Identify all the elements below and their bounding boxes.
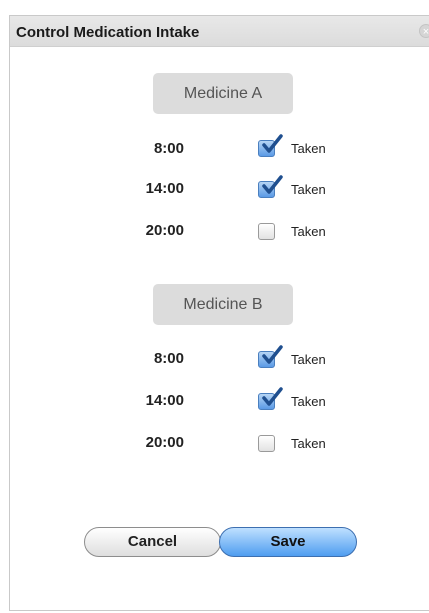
title-bar: Control Medication Intake × [10, 16, 429, 47]
medicine-b-time-1: 8:00 [153, 350, 184, 367]
medicine-b-dose-2-label: Taken [291, 394, 326, 409]
medicine-b-dose-2-checkbox[interactable] [258, 387, 283, 410]
save-button[interactable]: Save [219, 527, 357, 557]
medicine-b-time-3: 20:00 [145, 434, 184, 451]
medicine-a-dose-3-label: Taken [291, 224, 326, 239]
medicine-a-dose-2-checkbox[interactable] [258, 175, 283, 198]
checkmark-icon [262, 134, 283, 153]
medicine-a-dose-3-checkbox[interactable] [258, 223, 275, 240]
checkmark-icon [262, 387, 283, 406]
medicine-b-dose-3-checkbox[interactable] [258, 435, 275, 452]
medicine-a-time-3: 20:00 [145, 222, 184, 239]
medicine-a-time-1: 8:00 [153, 140, 184, 157]
checkmark-icon [262, 175, 283, 194]
medicine-a-dose-1-label: Taken [291, 141, 326, 156]
close-icon[interactable]: × [419, 24, 429, 38]
medicine-a-label: Medicine A [153, 73, 293, 114]
checkmark-icon [262, 345, 283, 364]
medicine-b-time-2: 14:00 [145, 392, 184, 409]
medicine-a-dose-1-checkbox[interactable] [258, 134, 283, 157]
medicine-b-label: Medicine B [153, 284, 293, 325]
medicine-a-time-2: 14:00 [145, 180, 184, 197]
medicine-b-dose-1-checkbox[interactable] [258, 345, 283, 368]
medicine-b-dose-3-label: Taken [291, 436, 326, 451]
medication-dialog: Control Medication Intake × Medicine A 8… [9, 15, 429, 611]
cancel-button[interactable]: Cancel [84, 527, 221, 557]
medicine-a-dose-2-label: Taken [291, 182, 326, 197]
medicine-b-dose-1-label: Taken [291, 352, 326, 367]
dialog-title: Control Medication Intake [16, 24, 200, 41]
